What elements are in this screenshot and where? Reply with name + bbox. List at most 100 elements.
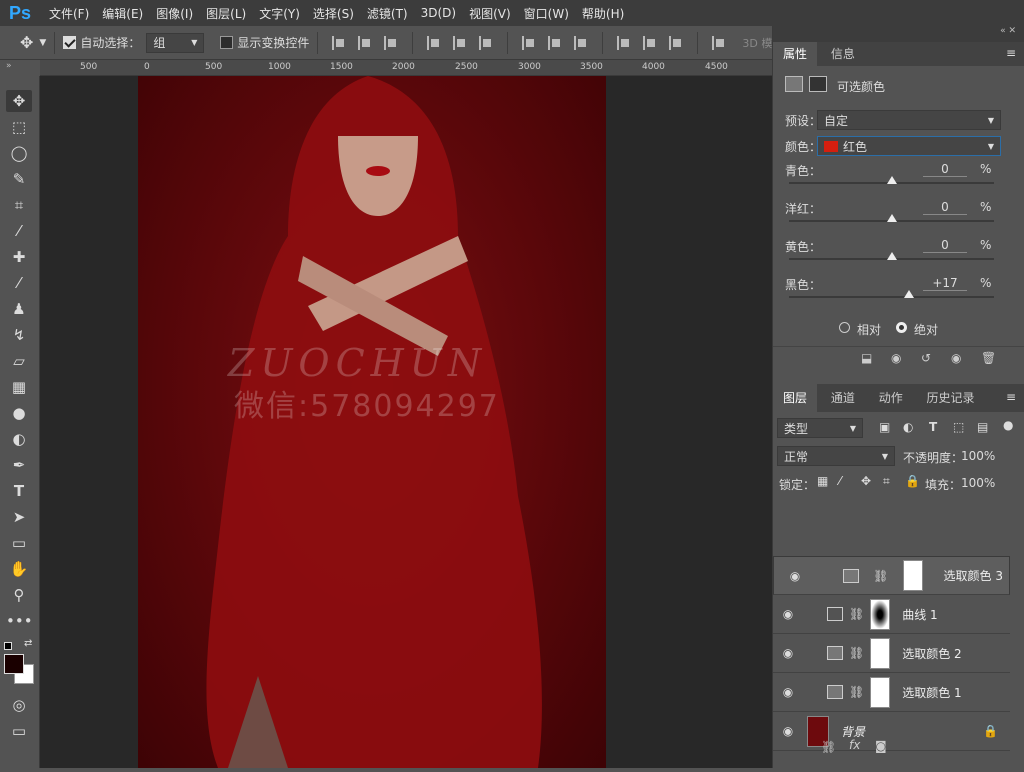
collapse-icon[interactable]: « — [1000, 26, 1006, 36]
tab-history[interactable]: 历史记录 — [917, 384, 985, 412]
layer-name[interactable]: 选取颜色 2 — [902, 645, 961, 662]
marquee-tool-icon[interactable]: ⬚ — [6, 116, 32, 138]
radio-relative[interactable] — [839, 322, 850, 333]
tab-info[interactable]: 信息 — [821, 42, 865, 66]
gradient-tool-icon[interactable]: ▦ — [6, 376, 32, 398]
align-top-icon[interactable] — [332, 35, 346, 50]
yellow-slider-thumb[interactable] — [887, 252, 897, 260]
hand-tool-icon[interactable]: ✋ — [6, 558, 32, 580]
panel-menu-icon[interactable]: ≡ — [1006, 390, 1016, 404]
filter-adjust-icon[interactable]: ◐ — [903, 420, 913, 434]
eye-icon[interactable]: ◉ — [773, 646, 803, 660]
eye-icon[interactable]: ◉ — [780, 569, 810, 583]
menu-3d[interactable]: 3D(D) — [421, 6, 456, 20]
menu-type[interactable]: 文字(Y) — [259, 5, 300, 22]
auto-select-checkbox[interactable] — [63, 36, 77, 49]
default-colors-icon[interactable] — [4, 642, 12, 650]
distribute-bottom-icon[interactable] — [574, 35, 588, 50]
lock-all-icon[interactable]: 🔒 — [905, 474, 920, 488]
distribute-hcenter-icon[interactable] — [643, 35, 657, 50]
visibility-icon[interactable]: ◉ — [951, 351, 961, 365]
reset-icon[interactable]: ↺ — [921, 351, 931, 365]
layer-mask-thumbnail[interactable] — [870, 598, 891, 630]
add-mask-icon[interactable]: ◙ — [875, 739, 887, 753]
link-layers-icon[interactable]: ⛓ — [821, 740, 836, 754]
menu-select[interactable]: 选择(S) — [313, 5, 354, 22]
yellow-value[interactable]: 0 — [923, 238, 967, 253]
rectangle-tool-icon[interactable]: ▭ — [6, 532, 32, 554]
layer-name[interactable]: 曲线 1 — [902, 606, 937, 623]
clone-stamp-tool-icon[interactable]: ♟ — [6, 298, 32, 320]
mask-icon[interactable] — [809, 76, 827, 92]
foreground-color-swatch[interactable] — [4, 654, 24, 674]
align-bottom-icon[interactable] — [384, 35, 398, 50]
magenta-slider[interactable] — [789, 214, 994, 222]
layer-row[interactable]: ◉ ⛓ 曲线 1 — [773, 595, 1010, 634]
distribute-top-icon[interactable] — [522, 35, 536, 50]
clip-to-layer-icon[interactable]: ⬓ — [861, 351, 872, 365]
trash-icon[interactable]: 🗑 — [981, 351, 996, 365]
black-slider-thumb[interactable] — [904, 290, 914, 298]
healing-brush-tool-icon[interactable]: ✚ — [6, 246, 32, 268]
cyan-slider[interactable] — [789, 176, 994, 184]
distribute-right-icon[interactable] — [669, 35, 683, 50]
menu-layer[interactable]: 图层(L) — [206, 5, 246, 22]
layer-row[interactable]: ◉ ⛓ 选取颜色 1 — [773, 673, 1010, 712]
black-value[interactable]: +17 — [923, 276, 967, 291]
history-brush-tool-icon[interactable]: ↯ — [6, 324, 32, 346]
filter-shape-icon[interactable]: ⬚ — [953, 420, 964, 434]
auto-align-icon[interactable] — [712, 35, 726, 50]
magenta-slider-thumb[interactable] — [887, 214, 897, 222]
eraser-tool-icon[interactable]: ▱ — [6, 350, 32, 372]
layer-name[interactable]: 选取颜色 3 — [944, 567, 1003, 584]
menu-image[interactable]: 图像(I) — [156, 5, 193, 22]
menu-filter[interactable]: 滤镜(T) — [367, 5, 408, 22]
layer-filter-dropdown[interactable]: 类型 ▼ — [777, 418, 863, 438]
eye-icon[interactable]: ◉ — [773, 685, 803, 699]
layer-row[interactable]: ◉ ⛓ 选取颜色 3 — [773, 556, 1010, 595]
color-dropdown[interactable]: 红色 ▼ — [817, 136, 1001, 156]
distribute-left-icon[interactable] — [617, 35, 631, 50]
lock-artboard-icon[interactable]: ⌗ — [883, 474, 890, 489]
move-tool-icon[interactable]: ✥ — [6, 90, 32, 112]
double-chevron-icon[interactable]: » — [6, 61, 12, 71]
tab-channels[interactable]: 通道 — [821, 384, 865, 412]
filter-pixel-icon[interactable]: ▣ — [879, 420, 890, 434]
lasso-tool-icon[interactable]: ◯ — [6, 142, 32, 164]
brush-tool-icon[interactable]: ⁄ — [6, 272, 32, 294]
blend-mode-dropdown[interactable]: 正常 ▼ — [777, 446, 895, 466]
align-right-icon[interactable] — [479, 35, 493, 50]
type-tool-icon[interactable]: T — [6, 480, 32, 502]
swap-colors-icon[interactable]: ⇄ — [24, 638, 32, 649]
eyedropper-tool-icon[interactable]: ⁄ — [6, 220, 32, 242]
fx-icon[interactable]: fx — [849, 738, 860, 752]
preset-dropdown[interactable]: 自定 ▼ — [817, 110, 1001, 130]
layer-mask-thumbnail[interactable] — [902, 560, 923, 591]
panel-menu-icon[interactable]: ≡ — [1006, 46, 1016, 60]
screen-mode-icon[interactable]: ▭ — [6, 720, 32, 742]
crop-tool-icon[interactable]: ⌗ — [6, 194, 32, 216]
lock-pixels-icon[interactable]: ⁄ — [839, 474, 841, 488]
layer-mask-thumbnail[interactable] — [870, 676, 891, 708]
menu-help[interactable]: 帮助(H) — [582, 5, 624, 22]
blur-tool-icon[interactable]: ● — [6, 402, 32, 424]
quick-select-tool-icon[interactable]: ✎ — [6, 168, 32, 190]
quick-mask-icon[interactable]: ◎ — [6, 694, 32, 716]
adjustment-icon[interactable] — [785, 76, 803, 92]
canvas-area[interactable]: ZUOCHUN 微信:578094297 — [40, 76, 772, 768]
align-hcenter-icon[interactable] — [453, 35, 467, 50]
cyan-value[interactable]: 0 — [923, 162, 967, 177]
view-previous-icon[interactable]: ◉ — [891, 351, 901, 365]
menu-edit[interactable]: 编辑(E) — [102, 5, 143, 22]
cyan-slider-thumb[interactable] — [887, 176, 897, 184]
pen-tool-icon[interactable]: ✒ — [6, 454, 32, 476]
layer-mask-thumbnail[interactable] — [870, 637, 891, 669]
magenta-value[interactable]: 0 — [923, 200, 967, 215]
layer-row[interactable]: ◉ ⛓ 选取颜色 2 — [773, 634, 1010, 673]
dodge-tool-icon[interactable]: ◐ — [6, 428, 32, 450]
menu-view[interactable]: 视图(V) — [469, 5, 511, 22]
tab-layers[interactable]: 图层 — [773, 384, 818, 412]
filter-type-icon[interactable]: T — [929, 420, 937, 434]
move-tool-icon[interactable]: ✥ — [20, 33, 33, 52]
eye-icon[interactable]: ◉ — [773, 607, 803, 621]
